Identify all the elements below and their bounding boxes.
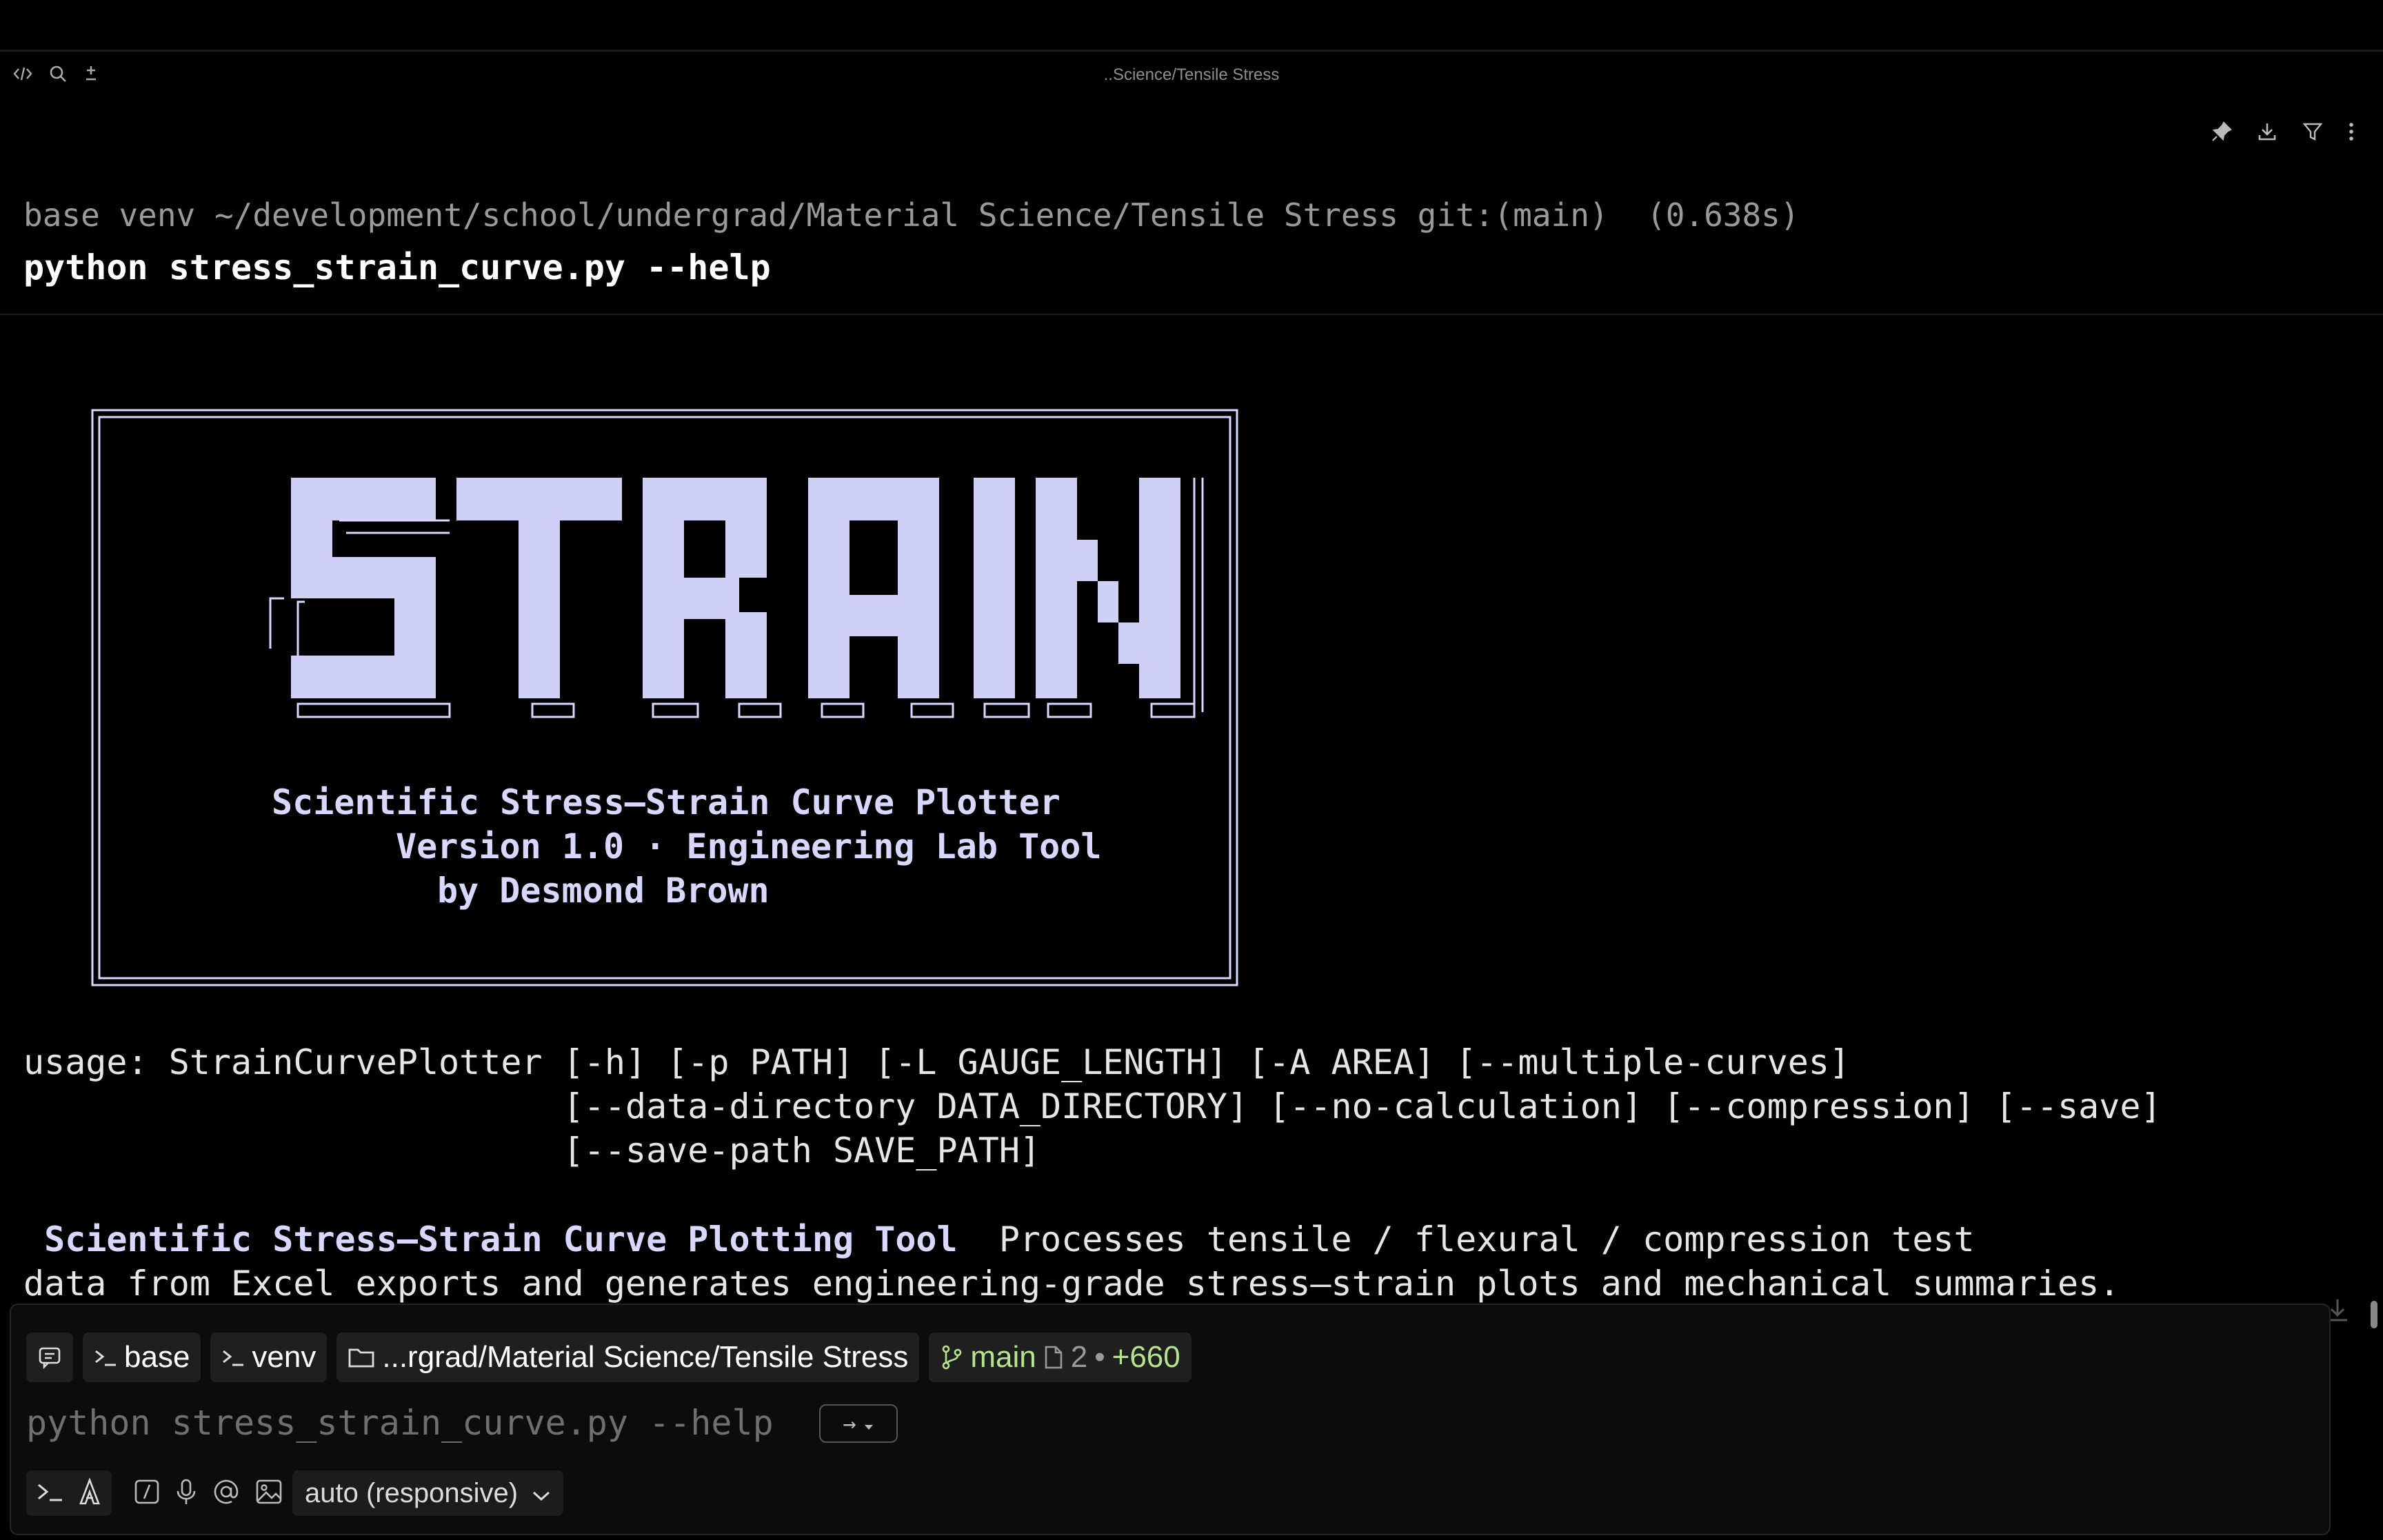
git-separator: • bbox=[1094, 1340, 1105, 1374]
directory-chip[interactable]: ...rgrad/Material Science/Tensile Stress bbox=[336, 1333, 920, 1382]
route-button[interactable]: → bbox=[819, 1404, 898, 1443]
model-select-label: auto (responsive) bbox=[305, 1477, 519, 1508]
conversation-chip[interactable] bbox=[26, 1333, 73, 1382]
command-input[interactable]: python stress_strain_curve.py --help bbox=[26, 1403, 774, 1443]
folder-icon bbox=[348, 1346, 375, 1369]
caret-down-icon bbox=[863, 1410, 874, 1437]
model-select[interactable]: auto (responsive) bbox=[292, 1470, 564, 1516]
pin-icon[interactable] bbox=[2211, 121, 2233, 143]
scrollbar-thumb[interactable] bbox=[2371, 1301, 2377, 1328]
prompt-line: base venv ~/development/school/undergrad… bbox=[23, 196, 1800, 234]
terminal-window: ..Science/Tensile Stress base venv ~/dev… bbox=[0, 50, 2383, 1540]
description-title: Scientific Stress–Strain Curve Plotting … bbox=[44, 1219, 958, 1259]
block-actions bbox=[2211, 121, 2355, 143]
at-mention-icon[interactable] bbox=[212, 1478, 240, 1508]
agent-mode-icon[interactable] bbox=[77, 1477, 102, 1508]
window-title: ..Science/Tensile Stress bbox=[1103, 65, 1280, 84]
filter-icon[interactable] bbox=[2302, 121, 2324, 143]
env-chip-venv-label: venv bbox=[252, 1340, 316, 1374]
usage-line-2: [--data-directory DATA_DIRECTORY] [--no-… bbox=[23, 1086, 2162, 1126]
terminal-mode-icon[interactable] bbox=[36, 1479, 65, 1507]
context-chips: base venv ...rgrad/Material Science/Tens… bbox=[26, 1333, 1192, 1382]
chevron-down-icon bbox=[532, 1478, 551, 1509]
changed-files-count: 2 bbox=[1070, 1340, 1088, 1374]
file-icon bbox=[1043, 1345, 1064, 1370]
git-chip[interactable]: main 2 • +660 bbox=[929, 1333, 1192, 1382]
git-branch-icon bbox=[940, 1344, 963, 1370]
usage-line-3: [--save-path SAVE_PATH] bbox=[23, 1131, 1041, 1171]
env-chip-base-label: base bbox=[124, 1340, 190, 1374]
microphone-icon[interactable] bbox=[175, 1478, 197, 1508]
usage-line-1: usage: StrainCurvePlotter [-h] [-p PATH]… bbox=[23, 1042, 1851, 1082]
download-icon[interactable] bbox=[2256, 121, 2278, 143]
more-icon[interactable] bbox=[2347, 121, 2355, 143]
terminal-prompt-icon bbox=[221, 1347, 245, 1368]
mode-toggle bbox=[26, 1470, 112, 1516]
env-chip-base[interactable]: base bbox=[83, 1333, 201, 1382]
chat-icon bbox=[37, 1345, 62, 1370]
description-rest: Processes tensile / flexural / compressi… bbox=[957, 1219, 1975, 1259]
ascii-banner: Scientific Stress–Strain Curve Plotter V… bbox=[91, 409, 1238, 986]
slash-command-icon[interactable] bbox=[134, 1479, 160, 1508]
command-text: python stress_strain_curve.py --help bbox=[23, 247, 771, 287]
directory-chip-label: ...rgrad/Material Science/Tensile Stress bbox=[382, 1340, 909, 1374]
input-toolbar: auto (responsive) bbox=[26, 1470, 564, 1516]
image-attach-icon[interactable] bbox=[255, 1479, 283, 1508]
route-arrow: → bbox=[843, 1410, 856, 1437]
env-chip-venv[interactable]: venv bbox=[210, 1333, 328, 1382]
banner-line-2: Version 1.0 · Engineering Lab Tool bbox=[396, 827, 1102, 867]
banner-line-1: Scientific Stress–Strain Curve Plotter bbox=[272, 782, 1060, 822]
input-panel: base venv ...rgrad/Material Science/Tens… bbox=[10, 1304, 2331, 1535]
lines-added: +660 bbox=[1112, 1340, 1180, 1374]
command-block[interactable]: base venv ~/development/school/undergrad… bbox=[0, 148, 2383, 315]
title-bar: ..Science/Tensile Stress bbox=[0, 52, 2383, 100]
terminal-prompt-icon bbox=[94, 1347, 117, 1368]
input-actions bbox=[134, 1478, 283, 1508]
description-line-2: data from Excel exports and generates en… bbox=[23, 1264, 2120, 1304]
git-branch-name: main bbox=[970, 1340, 1036, 1374]
banner-line-3: by Desmond Brown bbox=[437, 871, 770, 911]
logo-strain bbox=[291, 478, 1180, 698]
description-line-1: Scientific Stress–Strain Curve Plotting … bbox=[23, 1219, 1975, 1259]
